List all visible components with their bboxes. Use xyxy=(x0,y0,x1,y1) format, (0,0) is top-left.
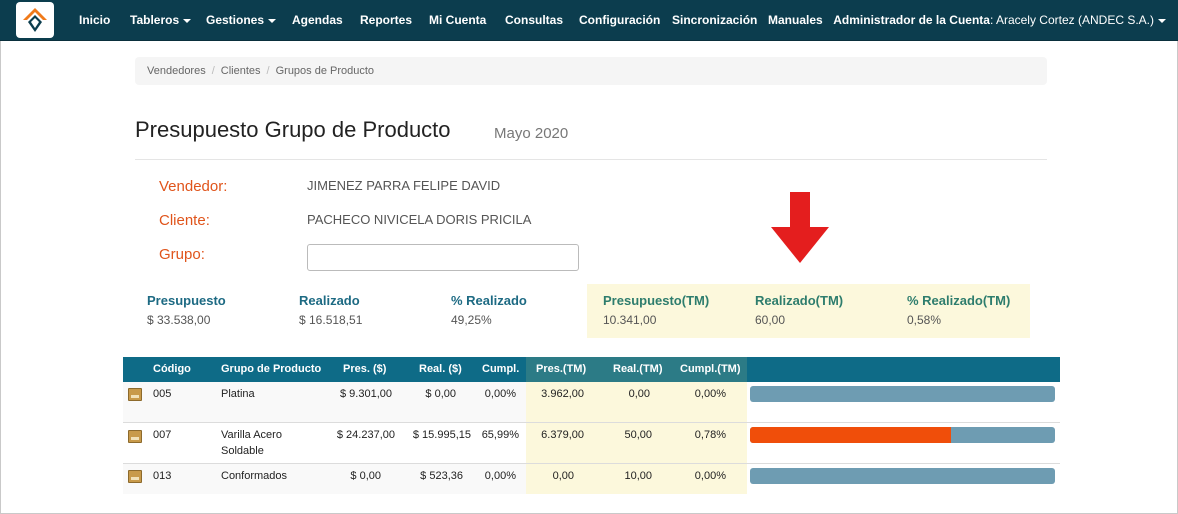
summary-presupuesto-value: $ 33.538,00 xyxy=(147,313,211,327)
progress-bar xyxy=(750,468,1055,484)
page-title: Presupuesto Grupo de Producto xyxy=(135,117,451,142)
title-divider xyxy=(135,159,1047,160)
nav-tableros[interactable]: Tableros xyxy=(130,13,192,27)
user-name: : Aracely Cortez (ANDEC S.A.) xyxy=(989,13,1154,27)
user-role: Administrador de la Cuenta xyxy=(833,13,990,27)
cell-codigo: 013 xyxy=(153,470,172,482)
vendedor-label: Vendedor: xyxy=(159,178,228,195)
cliente-label: Cliente: xyxy=(159,212,210,229)
row-bg xyxy=(123,464,526,494)
nav-configuracion[interactable]: Configuración xyxy=(579,13,660,27)
summary-pct-realizado-value: 49,25% xyxy=(451,313,492,327)
breadcrumb-current: Grupos de Producto xyxy=(275,65,375,77)
table-header-labels: Código Grupo de Producto Pres. ($) Real.… xyxy=(123,357,1060,382)
th-codigo[interactable]: Código xyxy=(153,363,191,375)
summary-pct-realizado-tm-value: 0,58% xyxy=(907,313,942,327)
th-cumpl[interactable]: Cumpl. xyxy=(482,363,519,375)
cell-cumpl: 65,99% xyxy=(481,429,519,441)
summary-pct-realizado-label: % Realizado xyxy=(451,293,527,308)
nav-agendas[interactable]: Agendas xyxy=(292,13,343,27)
nav-mi-cuenta[interactable]: Mi Cuenta xyxy=(429,13,486,27)
th-real[interactable]: Real. ($) xyxy=(419,363,462,375)
breadcrumb-separator: / xyxy=(211,65,215,77)
logo-icon xyxy=(23,8,47,32)
summary-presupuesto-tm-label: Presupuesto(TM) xyxy=(603,293,710,308)
cell-pres-tm: 0,00 xyxy=(552,470,574,482)
summary-realizado-tm-value: 60,00 xyxy=(755,313,786,327)
top-navbar: Inicio Tableros Gestiones Agendas Report… xyxy=(0,0,1178,41)
cell-pres: $ 24.237,00 xyxy=(336,429,395,441)
cliente-value: PACHECO NIVICELA DORIS PRICILA xyxy=(307,212,532,227)
cell-real-tm: 10,00 xyxy=(624,470,652,482)
nav-gestiones[interactable]: Gestiones xyxy=(206,13,277,27)
cell-grupo: Varilla Acero xyxy=(221,429,282,441)
cell-real: $ 523,36 xyxy=(420,470,463,482)
box-icon xyxy=(128,388,142,401)
nav-manuales[interactable]: Manuales xyxy=(768,13,823,27)
th-pres-tm[interactable]: Pres.(TM) xyxy=(536,363,586,375)
cell-pres: $ 0,00 xyxy=(350,470,381,482)
summary-realizado-value: $ 16.518,51 xyxy=(299,313,363,327)
cell-pres: $ 9.301,00 xyxy=(340,388,392,400)
th-cumpl-tm[interactable]: Cumpl.(TM) xyxy=(680,363,740,375)
app-logo[interactable] xyxy=(16,2,54,38)
cell-grupo: Platina xyxy=(221,388,255,400)
caret-down-icon xyxy=(268,18,277,23)
progress-fill xyxy=(750,427,952,443)
summary-presupuesto-tm-value: 10.341,00 xyxy=(603,313,657,327)
cell-grupo: Conformados xyxy=(221,470,288,482)
grupo-label: Grupo: xyxy=(159,246,205,263)
cell-cumpl: 0,00% xyxy=(484,388,516,400)
cell-real: $ 0,00 xyxy=(425,388,456,400)
cell-cumpl-tm: 0,00% xyxy=(694,470,726,482)
th-pres[interactable]: Pres. ($) xyxy=(343,363,386,375)
cell-real: $ 15.995,15 xyxy=(412,429,471,441)
row-divider xyxy=(123,422,1060,423)
caret-down-icon xyxy=(1158,18,1166,23)
progress-bar xyxy=(750,386,1055,402)
nav-consultas[interactable]: Consultas xyxy=(505,13,563,27)
cell-cumpl-tm: 0,00% xyxy=(694,388,726,400)
down-arrow-icon xyxy=(771,192,829,263)
summary-realizado-tm-label: Realizado(TM) xyxy=(755,293,844,308)
th-grupo[interactable]: Grupo de Producto xyxy=(221,363,321,375)
summary-realizado-label: Realizado xyxy=(299,293,360,308)
page-subtitle: Mayo 2020 xyxy=(494,125,569,142)
caret-down-icon xyxy=(183,18,192,23)
summary-pct-realizado-tm-label: % Realizado(TM) xyxy=(907,293,1011,308)
nav-sincronizacion[interactable]: Sincronización xyxy=(672,13,757,27)
cell-codigo: 007 xyxy=(153,429,172,441)
row-bg xyxy=(123,382,526,422)
box-icon xyxy=(128,470,142,483)
user-menu[interactable]: Administrador de la Cuenta: Aracely Cort… xyxy=(833,13,1166,27)
nav-inicio[interactable]: Inicio xyxy=(79,13,110,27)
progress-bar xyxy=(750,427,1055,443)
cell-pres-tm: 6.379,00 xyxy=(541,429,584,441)
cell-cumpl-tm: 0,78% xyxy=(694,429,726,441)
th-real-tm[interactable]: Real.(TM) xyxy=(613,363,663,375)
cell-real-tm: 0,00 xyxy=(628,388,650,400)
breadcrumb-vendedores[interactable]: Vendedores xyxy=(147,65,206,77)
cell-codigo: 005 xyxy=(153,388,172,400)
row-divider xyxy=(123,463,1060,464)
nav-reportes[interactable]: Reportes xyxy=(360,13,412,27)
cell-cumpl: 0,00% xyxy=(484,470,516,482)
vendedor-value: JIMENEZ PARRA FELIPE DAVID xyxy=(307,178,501,193)
box-icon xyxy=(128,430,142,443)
summary-presupuesto-label: Presupuesto xyxy=(147,293,226,308)
breadcrumb: Vendedores / Clientes / Grupos de Producto xyxy=(135,57,1047,85)
breadcrumb-clientes[interactable]: Clientes xyxy=(221,65,261,77)
cell-pres-tm: 3.962,00 xyxy=(541,388,584,400)
breadcrumb-separator: / xyxy=(266,65,270,77)
cell-real-tm: 50,00 xyxy=(624,429,652,441)
grupo-input[interactable] xyxy=(307,244,579,271)
cell-grupo-line2: Soldable xyxy=(221,445,264,457)
